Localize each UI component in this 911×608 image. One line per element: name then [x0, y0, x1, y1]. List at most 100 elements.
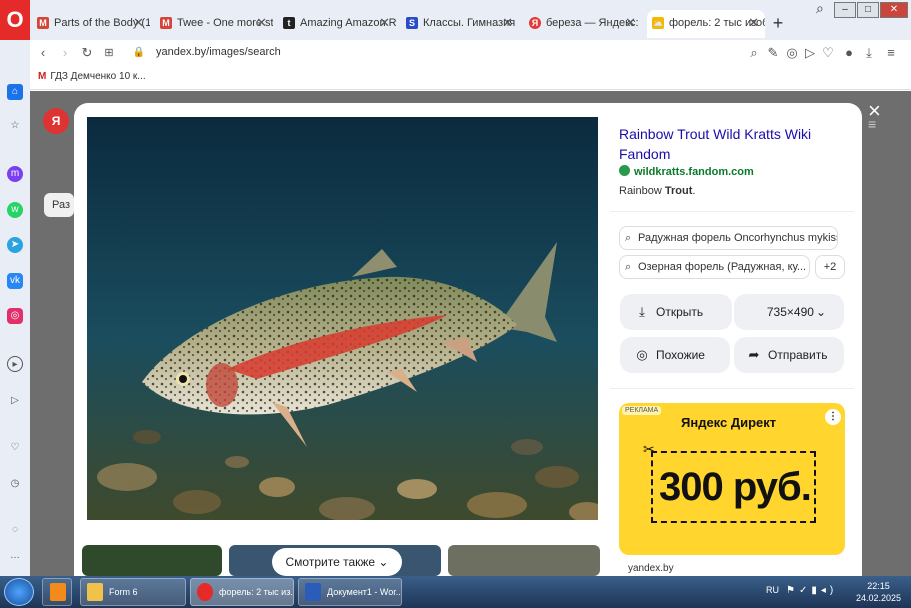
trout-image[interactable]: [87, 117, 598, 520]
close-tab-icon[interactable]: ✕: [748, 10, 759, 36]
media-player-icon: [50, 583, 66, 601]
account-icon[interactable]: ●: [840, 44, 858, 62]
whatsapp-icon[interactable]: w: [7, 202, 23, 218]
home-icon[interactable]: ⌂: [7, 84, 23, 100]
ad-banner[interactable]: РЕКЛАМА Яндекс Директ ⋮ ✂ 300 руб.: [619, 403, 845, 555]
tab-bereza[interactable]: Я береза — Яндекс: нашло ✕: [524, 10, 642, 38]
image-source-title[interactable]: Rainbow Trout Wild Kratts Wiki Fandom: [619, 124, 839, 164]
similar-images-button[interactable]: ◎ Похожие: [620, 337, 730, 373]
close-viewer-icon[interactable]: ×: [868, 98, 881, 124]
site-domain: wildkratts.fandom.com: [634, 166, 754, 178]
see-also-button[interactable]: Смотрите также ⌄: [272, 548, 402, 576]
bookmark-icon: M: [38, 71, 47, 82]
system-clock[interactable]: 22:15 24.02.2025: [856, 580, 901, 604]
size-label: 735×490: [766, 305, 814, 319]
tab-twee[interactable]: M Twee - One more step and ✕: [155, 10, 273, 38]
download-icon[interactable]: ⤓: [860, 44, 878, 62]
open-image-button[interactable]: ⤓ Открыть: [620, 294, 732, 330]
edit-icon[interactable]: ✎: [764, 44, 782, 62]
history-icon[interactable]: ◷: [7, 476, 23, 492]
close-tab-icon[interactable]: ✕: [133, 10, 144, 36]
taskbar-item-opera[interactable]: форель: 2 тыс из...: [190, 578, 294, 606]
extensions-icon[interactable]: ◌: [7, 522, 23, 538]
site-favicon-icon: [619, 165, 630, 176]
bookmark-gdz[interactable]: M ГДЗ Демченко 10 к...: [38, 71, 146, 82]
reload-icon[interactable]: ↻: [78, 44, 96, 62]
search-tabs-icon[interactable]: ⌕: [816, 0, 824, 17]
search-icon: ⌕: [625, 232, 632, 244]
divider: [610, 211, 854, 212]
search-icon[interactable]: ⌕: [745, 44, 763, 62]
ad-source[interactable]: yandex.by: [628, 563, 674, 574]
tab-parts-of-body[interactable]: M Parts of the Body (1).pdf ✕: [32, 10, 150, 38]
open-label: Открыть: [656, 305, 704, 319]
share-button[interactable]: ➦ Отправить: [734, 337, 844, 373]
favorites-icon[interactable]: ♡: [7, 440, 23, 456]
yandex-logo: Я: [43, 108, 69, 134]
minimize-button[interactable]: –: [834, 2, 856, 18]
send-sidebar-icon[interactable]: ▷: [7, 393, 23, 409]
send-icon[interactable]: ▷: [801, 44, 819, 62]
close-tab-icon[interactable]: ✕: [625, 10, 636, 36]
telegram-icon[interactable]: ➤: [7, 237, 23, 253]
related-query-chip[interactable]: ⌕ Радужная форель Oncorhynchus mykiss: [619, 226, 838, 250]
tab-klassy[interactable]: S Классы. Гимназия № 2 г. ✕: [401, 10, 519, 38]
back-icon[interactable]: ‹: [34, 44, 52, 62]
lock-icon: 🔒: [132, 47, 146, 58]
related-query-chip[interactable]: ⌕ Озерная форель (Радужная, ку...: [619, 255, 810, 279]
media-player-taskbar-icon[interactable]: [42, 578, 72, 606]
school-site-icon: S: [406, 17, 418, 29]
new-tab-button[interactable]: +: [768, 14, 788, 34]
opera-sidebar: ⌂ ☆ m w ➤ vk ◎ ▸ ▷ ♡ ◷ ◌ …: [0, 40, 30, 576]
folder-icon: [87, 583, 103, 601]
more-queries-button[interactable]: +2: [815, 255, 845, 279]
tab-grid-icon[interactable]: ⊞: [100, 44, 118, 62]
tumblr-icon: t: [283, 17, 295, 29]
yandex-icon: Я: [529, 17, 541, 29]
taskbar-item-word[interactable]: Документ1 - Wor...: [298, 578, 402, 606]
description-suffix: .: [692, 185, 696, 197]
instagram-icon[interactable]: ◎: [7, 308, 23, 324]
tray-icons[interactable]: ⚑✓▮◂): [786, 585, 837, 596]
lens-icon: ◎: [636, 347, 648, 362]
thumbnail-image[interactable]: [448, 545, 600, 576]
close-tab-icon[interactable]: ✕: [379, 10, 390, 36]
clock-date: 24.02.2025: [856, 593, 902, 603]
tab-amazon-rainforest[interactable]: t Amazing Amazon Rainfor ✕: [278, 10, 396, 38]
ad-options-icon[interactable]: ⋮: [825, 409, 841, 425]
image-size-dropdown[interactable]: 735×490 ⌄: [734, 294, 844, 330]
more-icon[interactable]: …: [7, 548, 23, 564]
vk-icon[interactable]: vk: [7, 273, 23, 289]
background-chip: Раз: [44, 193, 74, 217]
settings-icon[interactable]: ≡: [882, 44, 900, 62]
gmail-icon: M: [37, 17, 49, 29]
thumbnail-image[interactable]: [82, 545, 222, 576]
search-icon: ⌕: [625, 261, 632, 273]
related-query-label: Радужная форель Oncorhynchus mykiss: [638, 232, 838, 244]
url-field[interactable]: yandex.by/images/search: [156, 46, 281, 58]
tab-forel-active[interactable]: ⛅ форель: 2 тыс изображ ✕: [647, 10, 765, 38]
messenger-icon[interactable]: m: [7, 166, 23, 182]
window-close-button[interactable]: ✕: [880, 2, 908, 18]
close-tab-icon[interactable]: ✕: [256, 10, 267, 36]
heart-icon[interactable]: ♡: [819, 44, 837, 62]
player-icon[interactable]: ▸: [7, 356, 23, 372]
close-tab-icon[interactable]: ✕: [502, 10, 513, 36]
description-prefix: Rainbow: [619, 185, 665, 197]
maximize-button[interactable]: □: [857, 2, 879, 18]
similar-label: Похожие: [656, 348, 705, 362]
taskbar-label: Документ1 - Wor...: [327, 587, 402, 597]
bookmark-label: ГДЗ Демченко 10 к...: [50, 71, 146, 82]
ad-brand: Яндекс Директ: [681, 415, 777, 430]
opera-menu-button[interactable]: O: [0, 0, 30, 40]
speed-dial-icon[interactable]: ☆: [7, 118, 23, 134]
forward-icon[interactable]: ›: [56, 44, 74, 62]
snapshot-icon[interactable]: ◎: [783, 44, 801, 62]
share-icon: ➦: [748, 347, 760, 362]
language-indicator[interactable]: RU: [766, 585, 779, 595]
description-highlight: Trout: [664, 185, 693, 197]
start-button[interactable]: [4, 578, 34, 606]
image-source-site[interactable]: wildkratts.fandom.com: [619, 165, 754, 178]
bookmarks-bar: M ГДЗ Демченко 10 к...: [30, 66, 911, 90]
taskbar-item-form6[interactable]: Form 6: [80, 578, 186, 606]
